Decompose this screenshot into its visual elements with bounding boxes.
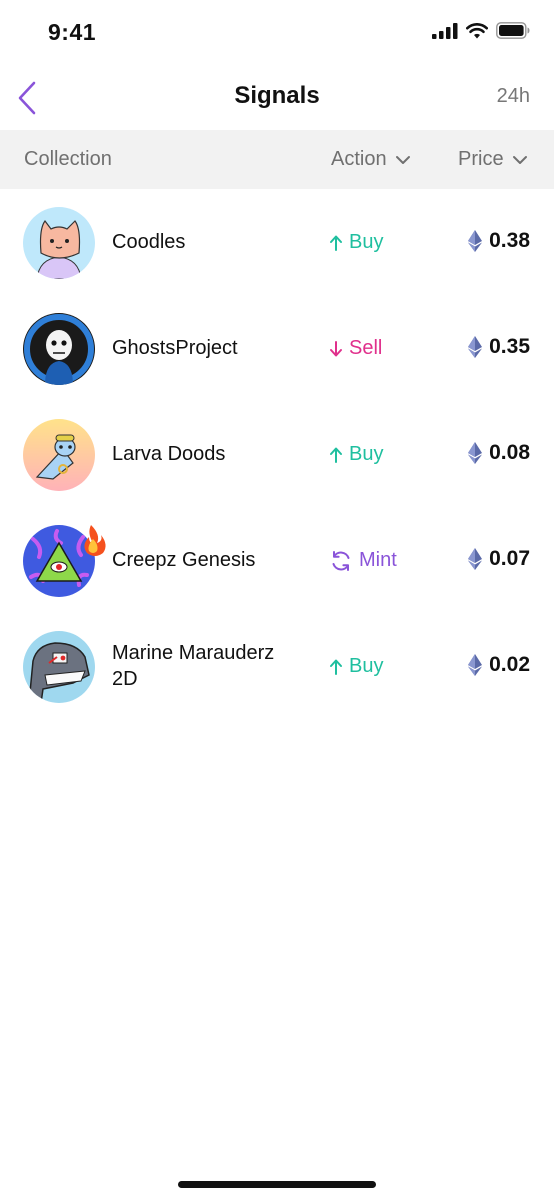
action-label: Mint xyxy=(359,549,397,571)
collection-name: Creepz Genesis xyxy=(112,549,256,571)
action-label: Sell xyxy=(349,337,383,359)
collection-column-label: Collection xyxy=(24,148,112,170)
arrow-up-icon xyxy=(330,447,342,463)
ghostsproject-avatar-image xyxy=(23,313,95,385)
table-header: Collection Action Price xyxy=(0,130,554,189)
list-item[interactable]: GhostsProject Sell 0.35 xyxy=(0,295,554,401)
ethereum-icon xyxy=(468,548,483,570)
list-item[interactable]: Larva Doods Buy 0.08 xyxy=(0,401,554,507)
price-sort-button[interactable]: Price xyxy=(458,148,528,171)
ethereum-icon xyxy=(468,230,483,252)
action-label: Buy xyxy=(349,231,384,253)
collection-name: Larva Doods xyxy=(112,443,226,465)
arrow-down-icon xyxy=(330,340,342,356)
page-title: Signals xyxy=(234,82,320,109)
battery-icon xyxy=(496,22,530,39)
cellular-signal-icon xyxy=(432,22,458,39)
action-badge: Sell xyxy=(329,337,382,360)
collection-avatar xyxy=(23,419,95,491)
list-item[interactable]: Marine Marauderz 2D Buy 0.02 xyxy=(0,613,554,719)
collection-column-header: Collection xyxy=(24,148,112,171)
action-badge: Mint xyxy=(329,549,397,572)
collection-avatar xyxy=(23,631,95,703)
price-column-label: Price xyxy=(458,148,504,170)
list-item[interactable]: Coodles Buy 0.38 xyxy=(0,189,554,295)
chevron-down-icon xyxy=(512,155,527,164)
coodles-avatar-image xyxy=(23,207,95,279)
refresh-icon xyxy=(332,550,350,571)
creepz-genesis-avatar-image xyxy=(23,525,106,597)
price-value: 0.02 xyxy=(468,653,530,677)
price-amount: 0.08 xyxy=(489,441,530,464)
fire-icon xyxy=(84,525,106,556)
collection-avatar xyxy=(23,525,106,597)
home-indicator[interactable] xyxy=(178,1181,376,1188)
price-value: 0.35 xyxy=(468,335,530,359)
price-amount: 0.35 xyxy=(489,335,530,358)
marine-marauderz-avatar-image xyxy=(23,631,95,703)
ethereum-icon xyxy=(468,336,483,358)
action-label: Buy xyxy=(349,655,384,677)
action-badge: Buy xyxy=(329,655,383,678)
navigation-header: Signals 24h xyxy=(0,68,554,130)
action-column-label: Action xyxy=(331,148,387,170)
wifi-icon xyxy=(466,22,488,38)
arrow-up-icon xyxy=(330,235,342,251)
price-value: 0.07 xyxy=(468,547,530,571)
arrow-up-icon xyxy=(330,659,342,675)
collection-name: Marine Marauderz 2D xyxy=(112,642,275,690)
status-time: 9:41 xyxy=(48,19,97,45)
ethereum-icon xyxy=(468,442,483,464)
period-selector[interactable]: 24h xyxy=(497,85,530,108)
action-sort-button[interactable]: Action xyxy=(331,148,411,171)
collection-name: Coodles xyxy=(112,231,186,253)
action-badge: Buy xyxy=(329,231,383,254)
collection-avatar xyxy=(23,207,95,279)
status-bar: 9:41 xyxy=(0,0,554,68)
ethereum-icon xyxy=(468,654,483,676)
price-amount: 0.07 xyxy=(489,547,530,570)
collection-avatar xyxy=(23,313,95,385)
action-badge: Buy xyxy=(329,443,383,466)
list-item[interactable]: Creepz Genesis Mint 0.07 xyxy=(0,507,554,613)
price-amount: 0.02 xyxy=(489,653,530,676)
collection-name: GhostsProject xyxy=(112,337,238,359)
larva-doods-avatar-image xyxy=(23,419,95,491)
status-icons xyxy=(432,22,530,39)
price-amount: 0.38 xyxy=(489,229,530,252)
chevron-down-icon xyxy=(395,155,410,164)
price-value: 0.08 xyxy=(468,441,530,465)
action-label: Buy xyxy=(349,443,384,465)
price-value: 0.38 xyxy=(468,229,530,253)
